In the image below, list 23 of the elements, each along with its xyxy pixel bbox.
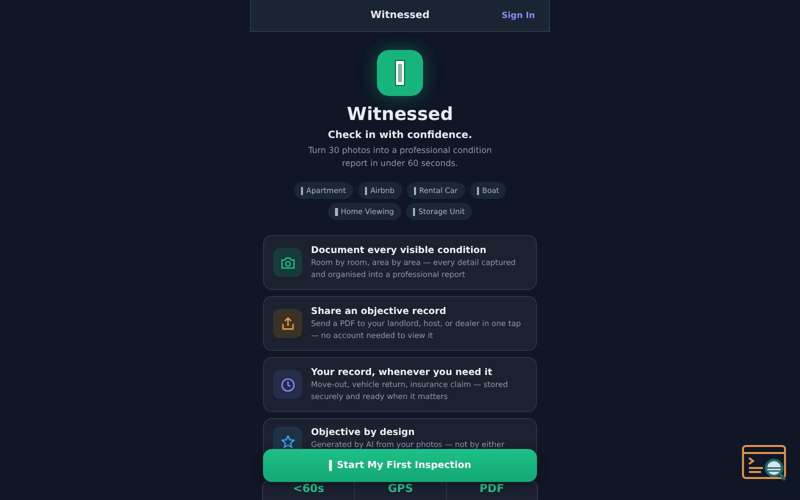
bar-icon bbox=[414, 186, 416, 194]
bar-icon bbox=[476, 186, 480, 194]
bar-icon bbox=[364, 186, 368, 194]
stat-value: <60s bbox=[293, 483, 324, 497]
feature-title: Document every visible condition bbox=[311, 245, 488, 256]
bar-icon bbox=[412, 208, 416, 216]
feature-title: Your record, whenever you need it bbox=[311, 367, 494, 378]
bar-icon bbox=[328, 460, 332, 471]
app-title: Witnessed bbox=[370, 10, 430, 21]
stat-value: GPS bbox=[388, 483, 413, 497]
hero-title: Witnessed bbox=[346, 104, 454, 125]
clock-icon bbox=[280, 378, 294, 392]
tagline: Check in with confidence. bbox=[328, 130, 472, 141]
star-icon bbox=[280, 434, 294, 448]
bar-icon bbox=[335, 208, 338, 216]
hero-description: Turn 30 photos into a professional condition report in under 60 seconds. bbox=[307, 144, 493, 170]
feature-title: Objective by design bbox=[311, 427, 416, 438]
upload-icon bbox=[282, 317, 294, 330]
sign-in-link[interactable]: Sign In bbox=[502, 10, 535, 20]
camera-icon bbox=[280, 256, 294, 268]
bar-icon bbox=[300, 186, 304, 194]
stat-value: PDF bbox=[479, 483, 504, 497]
feature-title: Share an objective record bbox=[311, 306, 448, 317]
